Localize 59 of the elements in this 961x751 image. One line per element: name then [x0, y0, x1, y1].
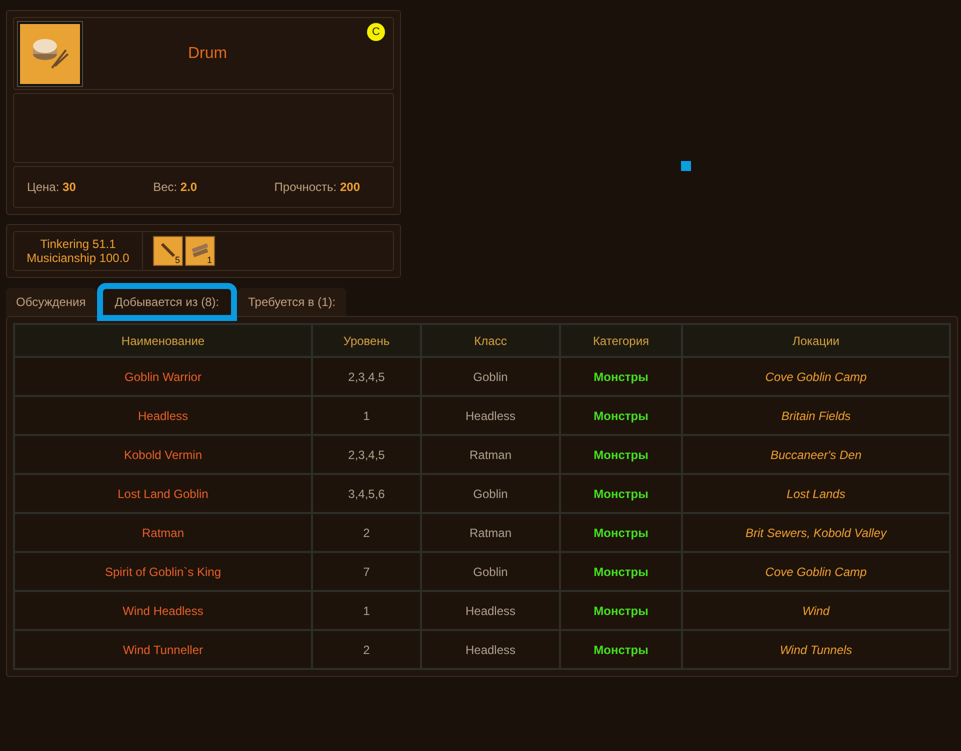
- monster-name[interactable]: Lost Land Goblin: [14, 474, 312, 513]
- skill-text: Tinkering 51.1: [40, 237, 116, 251]
- class-text: Goblin: [421, 474, 560, 513]
- item-title: Drum: [186, 44, 228, 62]
- level-text: 1: [312, 591, 421, 630]
- material-slot[interactable]: 1: [185, 236, 215, 266]
- monster-name[interactable]: Wind Tunneller: [14, 630, 312, 669]
- stat-text: Вес: 2.0: [153, 180, 198, 194]
- location-text: Wind: [682, 591, 950, 630]
- category-text: Монстры: [560, 552, 682, 591]
- level-text: 3,4,5,6: [312, 474, 421, 513]
- level-text: 2: [312, 630, 421, 669]
- rarity-badge: C: [367, 23, 385, 41]
- stat-text: Цена: 30: [27, 180, 76, 194]
- level-text: 7: [312, 552, 421, 591]
- monster-name[interactable]: Spirit of Goblin`s King: [14, 552, 312, 591]
- drum-icon: [18, 22, 82, 86]
- column-header: Класс: [421, 324, 560, 357]
- column-header: Категория: [560, 324, 682, 357]
- category-text: Монстры: [560, 630, 682, 669]
- monster-name[interactable]: Headless: [14, 396, 312, 435]
- category-text: Монстры: [560, 591, 682, 630]
- monster-name[interactable]: Ratman: [14, 513, 312, 552]
- class-text: Goblin: [421, 357, 560, 396]
- monster-name[interactable]: Kobold Vermin: [14, 435, 312, 474]
- class-text: Headless: [421, 630, 560, 669]
- category-text: Монстры: [560, 396, 682, 435]
- location-text: Brit Sewers, Kobold Valley: [682, 513, 950, 552]
- location-text: Cove Goblin Camp: [682, 357, 950, 396]
- location-text: Cove Goblin Camp: [682, 552, 950, 591]
- column-header: Локации: [682, 324, 950, 357]
- category-text: Монстры: [560, 474, 682, 513]
- location-text: Wind Tunnels: [682, 630, 950, 669]
- class-text: Headless: [421, 396, 560, 435]
- skill-text: Musicianship 100.0: [26, 251, 130, 265]
- monster-name[interactable]: Goblin Warrior: [14, 357, 312, 396]
- level-text: 2,3,4,5: [312, 357, 421, 396]
- location-text: Buccaneer's Den: [682, 435, 950, 474]
- class-text: Ratman: [421, 435, 560, 474]
- material-count: 1: [206, 255, 212, 265]
- location-text: Lost Lands: [682, 474, 950, 513]
- monster-name[interactable]: Wind Headless: [14, 591, 312, 630]
- material-slot[interactable]: 5: [153, 236, 183, 266]
- level-text: 1: [312, 396, 421, 435]
- tab[interactable]: Требуется в (1):: [238, 288, 346, 316]
- location-text: Britain Fields: [682, 396, 950, 435]
- category-text: Монстры: [560, 435, 682, 474]
- column-header: Наименование: [14, 324, 312, 357]
- column-header: Уровень: [312, 324, 421, 357]
- level-text: 2,3,4,5: [312, 435, 421, 474]
- stat-text: Прочность: 200: [274, 180, 360, 194]
- category-text: Монстры: [560, 513, 682, 552]
- class-text: Headless: [421, 591, 560, 630]
- class-text: Ratman: [421, 513, 560, 552]
- level-text: 2: [312, 513, 421, 552]
- category-text: Монстры: [560, 357, 682, 396]
- material-count: 5: [174, 255, 180, 265]
- tab[interactable]: Обсуждения: [6, 288, 96, 316]
- class-text: Goblin: [421, 552, 560, 591]
